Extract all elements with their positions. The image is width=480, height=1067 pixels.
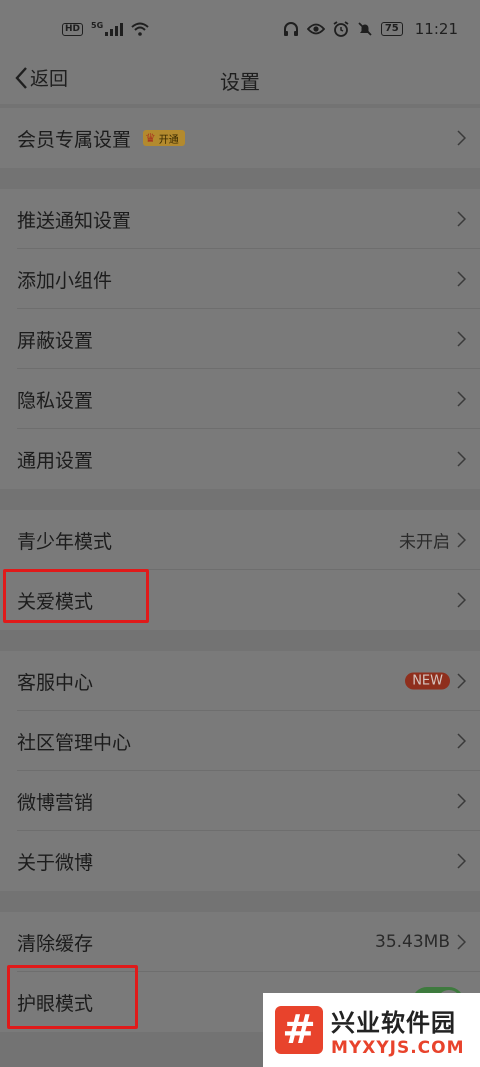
watermark-title: 兴业软件园 [331, 1008, 456, 1037]
watermark-url: MYXYJS.COM [331, 1037, 465, 1058]
nav-bar: 返回 设置 [0, 58, 480, 104]
teen-mode-status: 未开启 [399, 532, 450, 553]
chevron-right-icon [457, 673, 466, 689]
signal-icon [105, 22, 124, 36]
watermark-text: 兴业软件园 MYXYJS.COM [331, 1003, 465, 1058]
chevron-right-icon [457, 853, 466, 869]
chevron-right-icon [457, 592, 466, 608]
settings-row-general[interactable]: 通用设置 [0, 429, 480, 489]
settings-row-customer-service[interactable]: 客服中心 NEW [0, 651, 480, 711]
settings-row-push[interactable]: 推送通知设置 [0, 189, 480, 249]
status-right: 75 11:21 [283, 20, 458, 38]
hd-indicator: HD [62, 22, 84, 36]
headphones-icon [283, 22, 298, 36]
clock: 11:21 [414, 20, 458, 38]
chevron-right-icon [457, 130, 466, 146]
settings-row-widget[interactable]: 添加小组件 [0, 249, 480, 309]
eye-icon [306, 23, 325, 35]
chevron-right-icon [457, 733, 466, 749]
mute-bell-icon [358, 22, 372, 36]
row-label: 推送通知设置 [17, 209, 132, 232]
status-left: HD 5G [62, 20, 149, 36]
watermark: # 兴业软件园 MYXYJS.COM [263, 993, 480, 1067]
vip-badge: ♛ 开通 [143, 130, 185, 146]
row-label: 添加小组件 [17, 269, 113, 292]
new-badge: NEW [405, 672, 450, 690]
row-label: 屏蔽设置 [17, 329, 94, 352]
row-label: 关于微博 [17, 851, 94, 874]
settings-row-community[interactable]: 社区管理中心 [0, 711, 480, 771]
chevron-right-icon [457, 793, 466, 809]
highlight-box-eye-care [7, 965, 138, 1029]
settings-row-privacy[interactable]: 隐私设置 [0, 369, 480, 429]
settings-row-block[interactable]: 屏蔽设置 [0, 309, 480, 369]
row-label: 社区管理中心 [17, 731, 132, 754]
row-label: 青少年模式 [17, 530, 113, 553]
row-label: 清除缓存 [17, 932, 94, 955]
row-label: 隐私设置 [17, 389, 94, 412]
settings-row-teen-mode[interactable]: 青少年模式 未开启 [0, 510, 480, 570]
row-label: 客服中心 [17, 671, 94, 694]
chevron-right-icon [457, 211, 466, 227]
row-label: 微博营销 [17, 791, 94, 814]
settings-row-marketing[interactable]: 微博营销 [0, 771, 480, 831]
alarm-icon [333, 21, 349, 37]
cache-size: 35.43MB [375, 932, 450, 952]
row-label: 通用设置 [17, 449, 94, 472]
settings-row-vip[interactable]: 会员专属设置 ♛ 开通 [0, 108, 480, 168]
row-label: 会员专属设置 [17, 128, 132, 151]
crown-icon: ♛ [145, 131, 156, 145]
vip-badge-label: 开通 [158, 134, 179, 146]
page-title: 设置 [220, 70, 260, 94]
chevron-right-icon [457, 391, 466, 407]
settings-row-clear-cache[interactable]: 清除缓存 35.43MB [0, 912, 480, 972]
chevron-right-icon [457, 934, 466, 950]
battery-indicator: 75 [380, 22, 403, 36]
wifi-icon [131, 22, 149, 36]
chevron-right-icon [457, 331, 466, 347]
settings-row-about[interactable]: 关于微博 [0, 831, 480, 891]
chevron-right-icon [457, 532, 466, 548]
highlight-box-care-mode [3, 569, 149, 623]
status-bar: HD 5G 75 11:21 [0, 0, 480, 58]
watermark-logo: # [275, 1006, 323, 1054]
chevron-right-icon [457, 271, 466, 287]
chevron-right-icon [457, 451, 466, 467]
network-type: 5G [91, 20, 104, 30]
